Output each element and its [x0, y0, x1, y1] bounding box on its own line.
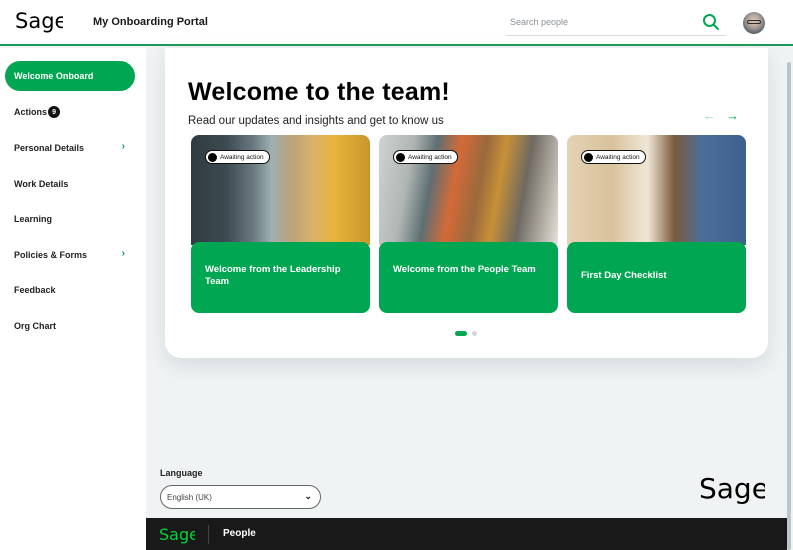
sidebar-item-actions[interactable]: Actions 9 — [5, 97, 135, 127]
sidebar: Welcome Onboard Actions 9 Personal Detai… — [0, 48, 146, 550]
search-bar — [506, 10, 726, 36]
welcome-subtitle: Read our updates and insights and get to… — [188, 115, 444, 127]
status-dot-icon — [396, 152, 405, 162]
carousel-pagination — [455, 331, 477, 336]
arrow-right-icon[interactable]: → — [726, 108, 739, 123]
sidebar-item-label: Learning — [14, 214, 53, 224]
status-text: Awaiting action — [596, 153, 640, 161]
tile-people-welcome[interactable]: Awaiting action Welcome from the People … — [379, 135, 558, 313]
sidebar-item-personal-details[interactable]: Personal Details › — [5, 133, 135, 163]
sidebar-item-org-chart[interactable]: Org Chart — [5, 311, 135, 341]
search-icon[interactable] — [701, 12, 721, 32]
sidebar-item-label: Work Details — [14, 179, 69, 189]
sidebar-item-label: Welcome Onboard — [14, 71, 94, 81]
tile-label: First Day Checklist — [581, 270, 667, 281]
sidebar-item-label: Policies & Forms — [14, 250, 88, 260]
page-scrollbar[interactable] — [787, 62, 791, 550]
welcome-card: Welcome to the team! Read our updates an… — [165, 48, 768, 358]
svg-text:Sage: Sage — [699, 472, 765, 505]
sidebar-item-welcome-onboard[interactable]: Welcome Onboard — [5, 61, 135, 91]
status-badge: Awaiting action — [581, 150, 646, 164]
tile-first-day-checklist[interactable]: Awaiting action First Day Checklist — [567, 135, 746, 313]
sage-footer-logo: Sage — [699, 472, 765, 505]
tile-label: Welcome from the Leadership Team — [205, 264, 341, 287]
sage-bottom-logo[interactable]: Sage — [159, 524, 195, 546]
sidebar-item-feedback[interactable]: Feedback — [5, 275, 135, 305]
welcome-title: Welcome to the team! — [188, 78, 450, 106]
arrow-left-icon[interactable]: ← — [703, 108, 716, 123]
sidebar-item-label: Actions — [14, 107, 48, 117]
svg-text:Sage: Sage — [15, 9, 63, 33]
chevron-right-icon: › — [121, 248, 125, 259]
status-dot-icon — [584, 152, 593, 162]
status-dot-icon — [208, 152, 217, 162]
status-badge: Awaiting action — [205, 150, 270, 164]
top-header: Sage My Onboarding Portal — [0, 0, 793, 46]
tile-body: Welcome from the Leadership Team — [191, 242, 370, 313]
avatar-glasses — [747, 20, 761, 24]
status-badge: Awaiting action — [393, 150, 458, 164]
sidebar-item-label: Org Chart — [14, 321, 57, 331]
sage-logo[interactable]: Sage — [15, 8, 63, 36]
language-select[interactable]: English (UK) ⌄ — [160, 485, 321, 509]
svg-text:Sage: Sage — [159, 525, 195, 544]
pagination-dot-1[interactable] — [455, 331, 467, 336]
divider — [208, 525, 209, 544]
status-text: Awaiting action — [220, 153, 264, 161]
bottom-bar: Sage People — [146, 518, 787, 550]
tile-body: First Day Checklist — [567, 242, 746, 313]
sidebar-item-learning[interactable]: Learning — [5, 204, 135, 234]
sidebar-item-label: Personal Details — [14, 143, 85, 153]
language-value: English (UK) — [167, 492, 212, 502]
chevron-right-icon: › — [121, 141, 125, 152]
status-text: Awaiting action — [408, 153, 452, 161]
pagination-dot-2[interactable] — [472, 331, 477, 336]
sidebar-item-work-details[interactable]: Work Details — [5, 169, 135, 199]
portal-title: My Onboarding Portal — [93, 16, 208, 28]
tile-body: Welcome from the People Team — [379, 242, 558, 313]
user-avatar[interactable] — [743, 12, 765, 34]
search-input[interactable] — [510, 14, 690, 30]
chevron-down-icon: ⌄ — [304, 491, 312, 501]
language-label: Language — [160, 468, 203, 478]
tile-label: Welcome from the People Team — [393, 264, 536, 275]
sidebar-item-policies-forms[interactable]: Policies & Forms › — [5, 240, 135, 270]
tile-leadership-welcome[interactable]: Awaiting action Welcome from the Leaders… — [191, 135, 370, 313]
product-name: People — [223, 528, 256, 539]
sidebar-item-label: Feedback — [14, 285, 56, 295]
actions-count-badge: 9 — [48, 106, 61, 118]
